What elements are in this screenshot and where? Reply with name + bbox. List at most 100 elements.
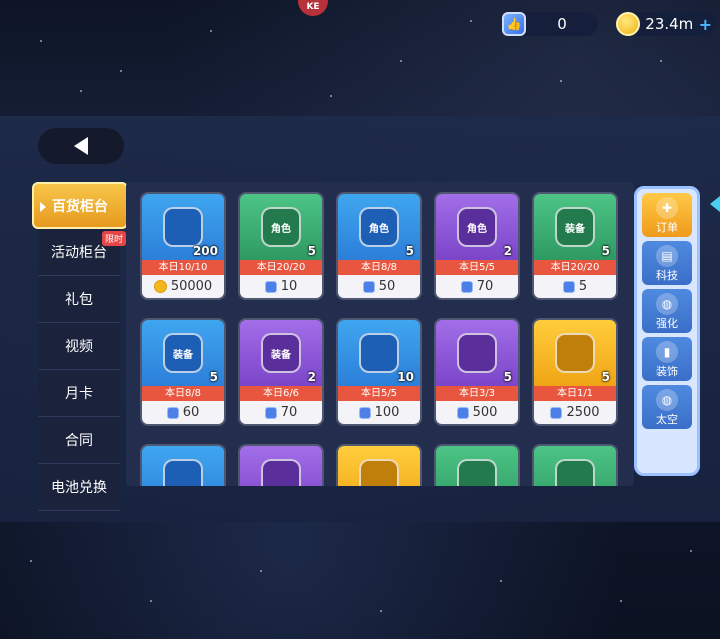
blueprint-icon xyxy=(555,333,595,373)
coin-icon xyxy=(153,280,167,293)
role-box-icon: 角色 xyxy=(359,207,399,247)
price-button[interactable]: 5 xyxy=(534,275,616,298)
card-image-area: 5 xyxy=(534,320,616,386)
rail-tab-4[interactable]: ◍ 太空 xyxy=(642,385,692,429)
price-button[interactable]: 2500 xyxy=(534,401,616,424)
add-coin-button[interactable]: + xyxy=(699,15,712,34)
daily-limit: 本日1/1 xyxy=(534,386,616,401)
price-button[interactable]: 500 xyxy=(436,401,518,424)
price-value: 50000 xyxy=(170,279,213,294)
gem-icon xyxy=(562,280,575,293)
card-image-area: 角色 5 xyxy=(338,194,420,260)
role-box-icon: 角色 xyxy=(261,207,301,247)
star xyxy=(40,40,42,42)
shop-item-card[interactable]: 装备 2 本日6/6 70 xyxy=(238,318,324,426)
nav-item-0[interactable]: 百货柜台 xyxy=(32,182,128,229)
item-count: 5 xyxy=(503,370,512,384)
shop-item-card[interactable]: 10 本日5/5 100 xyxy=(336,318,422,426)
price-button[interactable]: 10 xyxy=(240,275,322,298)
star xyxy=(210,30,212,32)
nav-item-label: 视频 xyxy=(65,339,93,355)
item-count: 5 xyxy=(307,244,316,258)
limited-time-badge: 限时 xyxy=(101,231,126,246)
rail-tab-2[interactable]: ◍ 强化 xyxy=(642,289,692,333)
item-count: 5 xyxy=(209,370,218,384)
card-image-area: 角色 5 xyxy=(240,194,322,260)
back-button[interactable] xyxy=(38,128,124,164)
price-value: 10 xyxy=(280,279,298,294)
price-value: 500 xyxy=(472,405,498,420)
price-button[interactable]: 50 xyxy=(338,275,420,298)
blueprint-icon xyxy=(359,333,399,373)
paint-roller-icon: ▮ xyxy=(656,341,678,363)
star xyxy=(330,95,332,97)
shop-item-card[interactable]: 装备 5 本日8/8 60 xyxy=(140,318,226,426)
gem-icon xyxy=(362,280,375,293)
card-image-area xyxy=(436,446,518,486)
price-value: 60 xyxy=(182,405,200,420)
star xyxy=(260,570,262,572)
rail-tab-label: 订单 xyxy=(656,221,678,234)
rail-tab-label: 装饰 xyxy=(656,365,678,378)
item-count: 5 xyxy=(601,244,610,258)
shop-item-card[interactable]: 角色 2 本日5/5 70 xyxy=(434,192,520,300)
shop-item-card[interactable] xyxy=(140,444,226,486)
daily-limit: 本日6/6 xyxy=(240,386,322,401)
price-button[interactable]: 60 xyxy=(142,401,224,424)
shop-item-card[interactable]: 200 本日10/10 50000 xyxy=(140,192,226,300)
daily-limit: 本日3/3 xyxy=(436,386,518,401)
nav-item-label: 活动柜台 xyxy=(51,245,107,261)
role-box-icon: 角色 xyxy=(457,207,497,247)
nav-item-4[interactable]: 月卡 xyxy=(38,370,120,417)
rail-tab-label: 科技 xyxy=(656,269,678,282)
shop-item-card[interactable] xyxy=(434,444,520,486)
card-image-area: 5 xyxy=(436,320,518,386)
shop-item-card[interactable]: 角色 5 本日8/8 50 xyxy=(336,192,422,300)
shop-item-card[interactable]: 5 本日3/3 500 xyxy=(434,318,520,426)
planet-icon: ◍ xyxy=(656,293,678,315)
gem-icon xyxy=(358,406,371,419)
nav-item-5[interactable]: 合同 xyxy=(38,417,120,464)
star xyxy=(150,600,152,602)
price-button[interactable]: 50000 xyxy=(142,275,224,298)
item-icon xyxy=(359,459,399,486)
star xyxy=(560,80,562,82)
nav-item-1[interactable]: 活动柜台 限时 xyxy=(38,229,126,276)
shop-item-card[interactable]: 角色 5 本日20/20 10 xyxy=(238,192,324,300)
card-image-area xyxy=(534,446,616,486)
shop-item-card[interactable] xyxy=(532,444,618,486)
price-value: 70 xyxy=(280,405,298,420)
shop-item-card[interactable] xyxy=(336,444,422,486)
star xyxy=(380,610,382,612)
price-value: 2500 xyxy=(566,405,600,420)
nav-item-3[interactable]: 视频 xyxy=(38,323,120,370)
nav-item-2[interactable]: 礼包 xyxy=(38,276,120,323)
card-image-area: 装备 5 xyxy=(142,320,224,386)
price-button[interactable]: 100 xyxy=(338,401,420,424)
nav-item-label: 礼包 xyxy=(65,292,93,308)
shop-item-card[interactable] xyxy=(238,444,324,486)
price-button[interactable]: 70 xyxy=(240,401,322,424)
rail-tab-0[interactable]: ✚ 订单 xyxy=(642,193,692,237)
star xyxy=(500,580,502,582)
nav-item-6[interactable]: 电池兑换 xyxy=(38,464,120,511)
card-image-area: 装备 5 xyxy=(534,194,616,260)
item-count: 2 xyxy=(307,370,316,384)
shop-item-card[interactable]: 5 本日1/1 2500 xyxy=(532,318,618,426)
shop-item-card[interactable]: 装备 5 本日20/20 5 xyxy=(532,192,618,300)
equipment-box-icon: 装备 xyxy=(555,207,595,247)
gem-icon xyxy=(550,406,563,419)
gem-counter[interactable]: 👍 0 xyxy=(502,12,598,36)
order-icon: ✚ xyxy=(656,197,678,219)
rail-tab-3[interactable]: ▮ 装饰 xyxy=(642,337,692,381)
rail-tab-1[interactable]: ▤ 科技 xyxy=(642,241,692,285)
card-image-area: 10 xyxy=(338,320,420,386)
coin-icon xyxy=(616,12,640,36)
shop-grid-area[interactable]: 200 本日10/10 50000 角色 5 本日20/20 10 角色 5 本日8/8 50 角色 2… xyxy=(126,182,634,486)
price-value: 5 xyxy=(578,279,588,294)
coin-counter[interactable]: 23.4m + xyxy=(616,12,716,36)
item-count: 5 xyxy=(601,370,610,384)
price-button[interactable]: 70 xyxy=(436,275,518,298)
gem-icon xyxy=(264,280,277,293)
star xyxy=(30,560,32,562)
